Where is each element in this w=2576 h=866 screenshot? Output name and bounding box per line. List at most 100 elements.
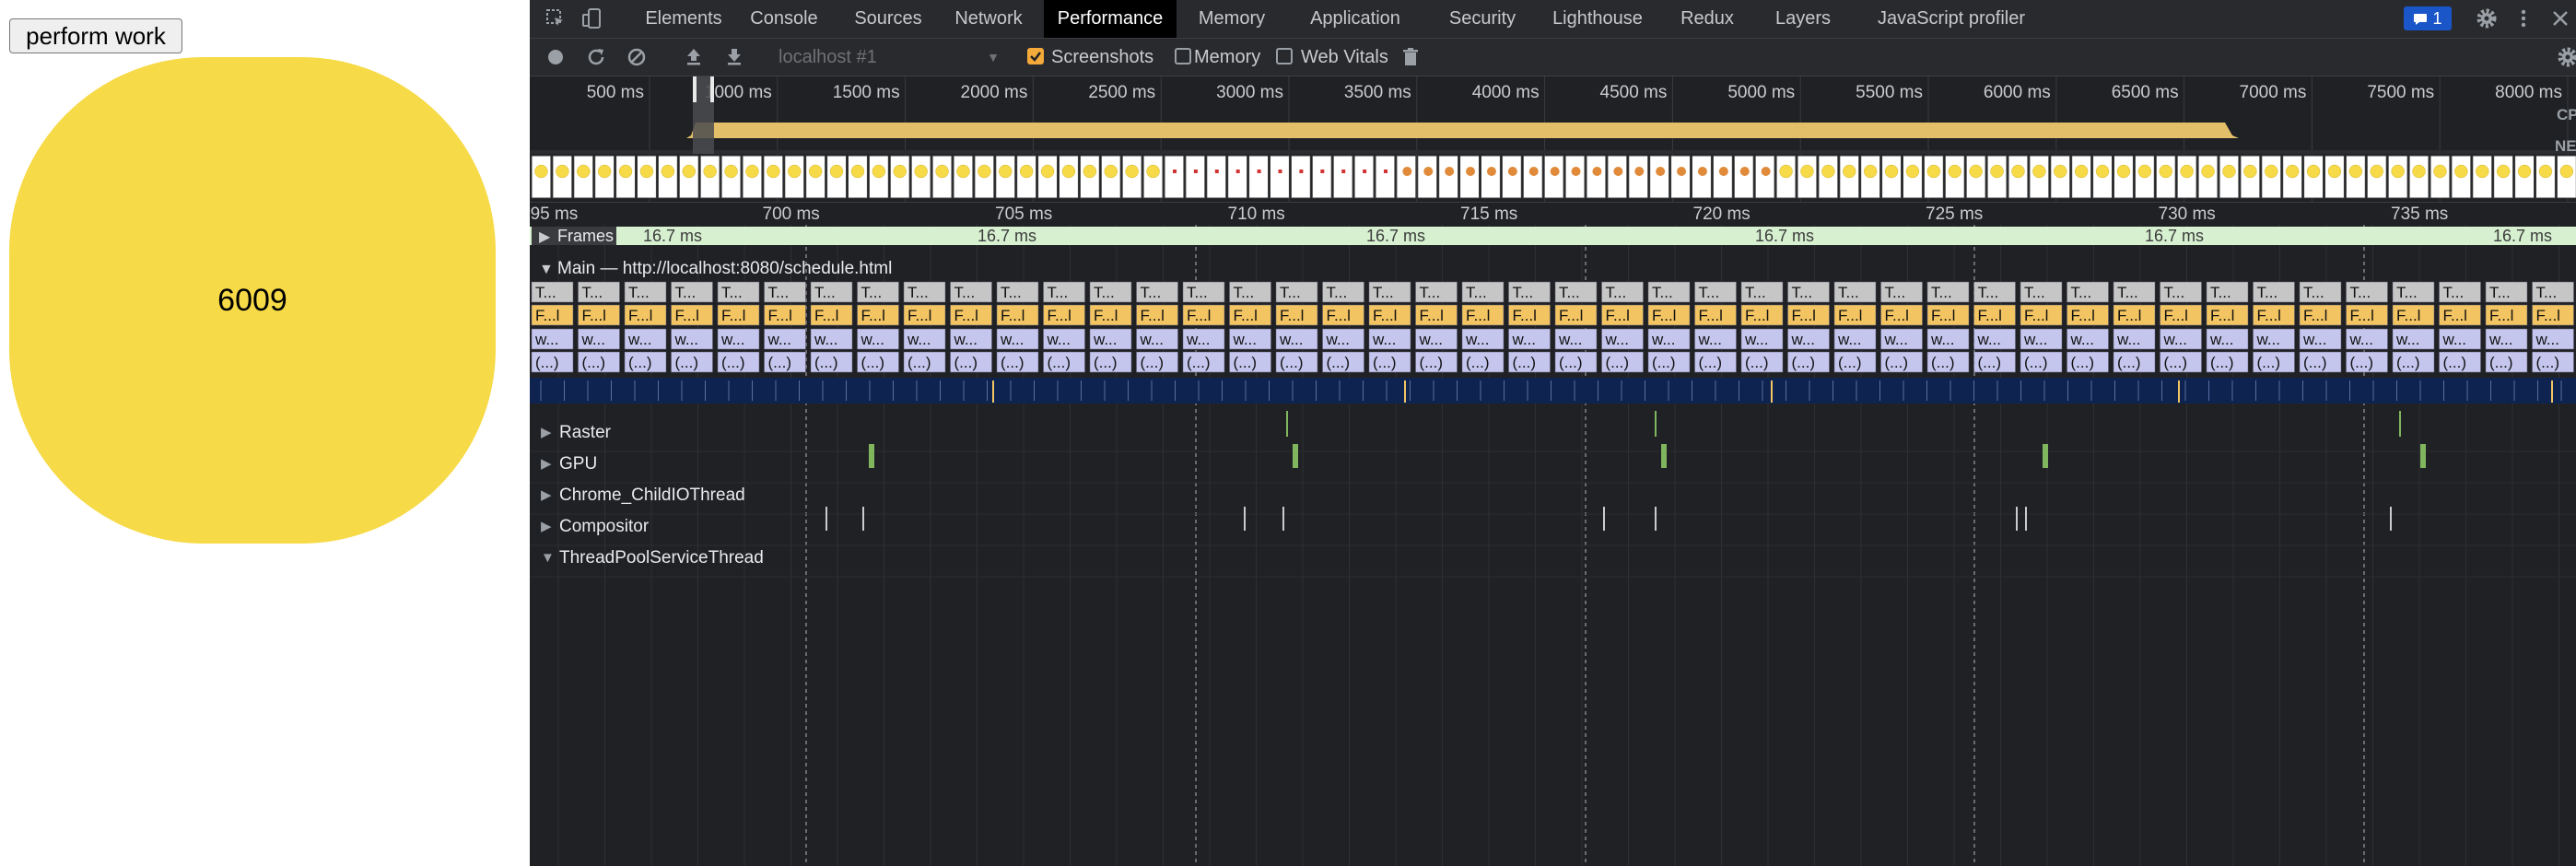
task-block-label: T... [721, 284, 743, 301]
work-call-block-label: w... [1093, 331, 1118, 348]
task-block-label: T... [814, 284, 836, 301]
tab-application[interactable]: Application [1285, 0, 1425, 38]
task-block-label: T... [1094, 284, 1115, 301]
screenshot-thumbnail [1628, 155, 1649, 199]
work-call-block-label: w... [2023, 331, 2048, 348]
screenshots-checkbox[interactable] [1027, 48, 1044, 64]
upload-icon[interactable] [683, 46, 705, 68]
close-icon[interactable] [2549, 7, 2571, 29]
memory-label[interactable]: Memory [1194, 39, 1260, 76]
function-call-block-label: F...l [2024, 307, 2048, 324]
screenshot-dot [1299, 170, 1304, 173]
task-block-label: T... [1048, 284, 1069, 301]
more-icon[interactable] [2512, 7, 2535, 29]
function-call-block-label: F...l [2164, 307, 2188, 324]
task-block-label: T... [2164, 284, 2185, 301]
device-toolbar-icon[interactable] [581, 7, 603, 29]
anonymous-call-block-label: (...) [1606, 354, 1630, 371]
anonymous-call-block-label: (...) [2210, 354, 2234, 371]
function-call-block-label: F...l [1606, 307, 1630, 324]
selection-handle-left [693, 76, 697, 102]
target-select[interactable]: localhost #1 ▼ [779, 44, 1000, 70]
screenshot-thumbnail [1543, 155, 1564, 199]
screenshot-dot [2476, 164, 2489, 179]
work-call-block-label: w... [1372, 331, 1397, 348]
frames-expand-icon: ▶ [539, 229, 551, 245]
anonymous-call-block-label: (...) [1838, 354, 1862, 371]
screenshot-dot [639, 164, 654, 179]
function-call-block-label: F...l [1931, 307, 1955, 324]
screenshot-thumbnail [1501, 155, 1522, 199]
work-call-block-label: w... [1930, 331, 1955, 348]
webvitals-checkbox[interactable] [1276, 48, 1293, 64]
gpu-event-bar [2420, 444, 2426, 468]
screenshot-dot [1592, 167, 1602, 176]
download-icon[interactable] [723, 46, 745, 68]
gpu-event-bar [1293, 444, 1298, 468]
work-call-block-label: w... [1140, 331, 1165, 348]
work-call-block-label: w... [1791, 331, 1816, 348]
clear-icon[interactable] [626, 46, 648, 68]
anonymous-call-block-label: (...) [1978, 354, 2002, 371]
work-call-block-label: w... [2209, 331, 2234, 348]
screenshot-dot [1278, 170, 1282, 173]
capture-settings-icon[interactable] [2557, 46, 2576, 68]
anonymous-call-block-label: (...) [582, 354, 606, 371]
record-icon[interactable] [544, 46, 567, 68]
screenshot-dot [1466, 167, 1476, 176]
tab-network[interactable]: Network [943, 0, 1035, 38]
settings-icon[interactable] [2476, 7, 2498, 29]
screenshot-dot [618, 164, 633, 179]
screenshot-dot [745, 164, 759, 179]
reload-icon[interactable] [585, 46, 607, 68]
tab-layers[interactable]: Layers [1759, 0, 1847, 38]
tab-memory[interactable]: Memory [1186, 0, 1278, 38]
tab-sources[interactable]: Sources [837, 0, 939, 38]
screenshot-dot [2095, 164, 2110, 179]
screenshot-dot [1214, 170, 1219, 173]
perform-work-button[interactable]: perform work [9, 18, 182, 53]
anonymous-call-block-label: (...) [1001, 354, 1025, 371]
screenshots-label[interactable]: Screenshots [1051, 39, 1153, 76]
screenshot-thumbnail [1227, 155, 1248, 199]
memory-checkbox[interactable] [1175, 48, 1191, 64]
issues-badge[interactable]: 1 [2404, 6, 2452, 30]
screenshot-dot [2243, 164, 2257, 179]
task-block-label: T... [861, 284, 883, 301]
task-block-label: T... [2071, 284, 2092, 301]
screenshot-dot [1863, 164, 1878, 179]
tab-console[interactable]: Console [738, 0, 830, 38]
screenshot-dot [1040, 164, 1055, 179]
cpu-label: CPU [2557, 106, 2576, 123]
tab-performance[interactable]: Performance [1044, 0, 1177, 38]
screenshot-thumbnail [1332, 155, 1353, 199]
timeline-overview[interactable]: 500 ms 1000 ms 1500 ms 2000 ms 2500 ms 3000 m… [530, 76, 2576, 203]
overview-tick-label: 2500 ms [1088, 83, 1155, 102]
anonymous-call-block-label: (...) [2117, 354, 2141, 371]
tab-redux[interactable]: Redux [1663, 0, 1751, 38]
task-block-label: T... [1327, 284, 1348, 301]
tab-security[interactable]: Security [1433, 0, 1532, 38]
tab-lighthouse[interactable]: Lighthouse [1540, 0, 1656, 38]
webvitals-label[interactable]: Web Vitals [1301, 39, 1388, 76]
anonymous-call-block-label: (...) [2536, 354, 2560, 371]
anonymous-call-block-label: (...) [1327, 354, 1351, 371]
task-block-label: T... [1280, 284, 1301, 301]
work-call-block-label: w... [581, 331, 606, 348]
inspect-icon[interactable] [544, 7, 567, 29]
screenshot-dot [2496, 164, 2511, 179]
thread-expand-icon: ▶ [541, 456, 552, 472]
overview-tick-label: 1000 ms [705, 83, 772, 102]
anonymous-call-block-label: (...) [721, 354, 745, 371]
trash-icon[interactable] [1399, 46, 1422, 68]
tab-javascript-profiler[interactable]: JavaScript profiler [1849, 0, 2054, 38]
screenshot-dot [2137, 164, 2152, 179]
anonymous-call-block-label: (...) [907, 354, 931, 371]
screenshot-dot [1969, 164, 1983, 179]
work-call-block-label: w... [2488, 331, 2513, 348]
tab-elements[interactable]: Elements [633, 0, 734, 38]
task-block-label: T... [1606, 284, 1627, 301]
screenshot-dot [1486, 167, 1496, 176]
flame-chart[interactable]: 695 ms 700 ms 705 ms 710 ms 715 ms 720 ms 725 … [530, 203, 2576, 866]
screenshot-dot [1363, 170, 1367, 173]
